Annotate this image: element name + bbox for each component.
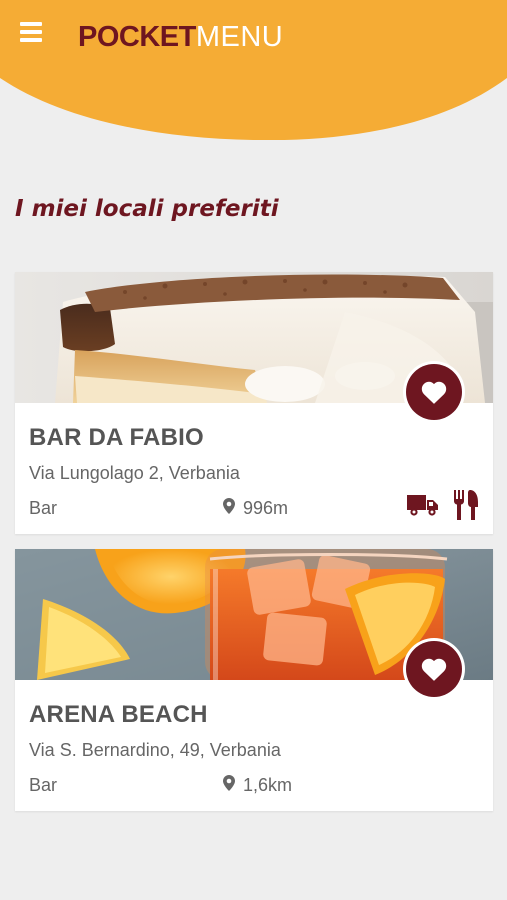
venue-distance: 996m — [223, 498, 288, 519]
delivery-truck-icon — [407, 493, 439, 522]
location-pin-icon — [223, 498, 235, 519]
venue-address: Via Lungolago 2, Verbania — [29, 463, 240, 483]
app-header: POCKET MENU — [0, 0, 507, 140]
venue-name: BAR DA FABIO — [29, 424, 204, 451]
distance-value: 996m — [243, 498, 289, 518]
venue-card[interactable]: ARENA BEACH Via S. Bernardino, 49, Verba… — [15, 549, 493, 811]
favorite-button-inner — [406, 364, 462, 420]
venue-address: Via S. Bernardino, 49, Verbania — [29, 740, 281, 760]
hamburger-menu-button[interactable] — [20, 22, 44, 44]
heart-icon — [421, 381, 447, 404]
fork-knife-icon — [453, 490, 479, 525]
logo-light-text: MENU — [195, 21, 284, 53]
app-logo: POCKET MENU — [78, 19, 283, 55]
hamburger-icon-bar — [20, 38, 42, 42]
page-title: I miei locali preferiti — [15, 196, 279, 222]
venue-type: Bar — [29, 775, 58, 795]
heart-icon — [421, 658, 447, 681]
distance-value: 1,6km — [243, 775, 293, 795]
venue-type: Bar — [29, 498, 58, 518]
service-icons — [393, 490, 479, 525]
favorite-button[interactable] — [403, 361, 465, 423]
venue-name: ARENA BEACH — [29, 701, 208, 728]
venue-distance: 1,6km — [223, 775, 292, 796]
hamburger-icon-bar — [20, 30, 42, 34]
hamburger-icon-bar — [20, 22, 42, 26]
logo-bold-text: POCKET — [78, 21, 196, 53]
app-screen: POCKET MENU I miei locali preferiti BAR … — [0, 0, 507, 900]
favorite-button[interactable] — [403, 638, 465, 700]
venue-card[interactable]: BAR DA FABIO Via Lungolago 2, Verbania B… — [15, 272, 493, 534]
favorite-button-inner — [406, 641, 462, 697]
location-pin-icon — [223, 775, 235, 796]
